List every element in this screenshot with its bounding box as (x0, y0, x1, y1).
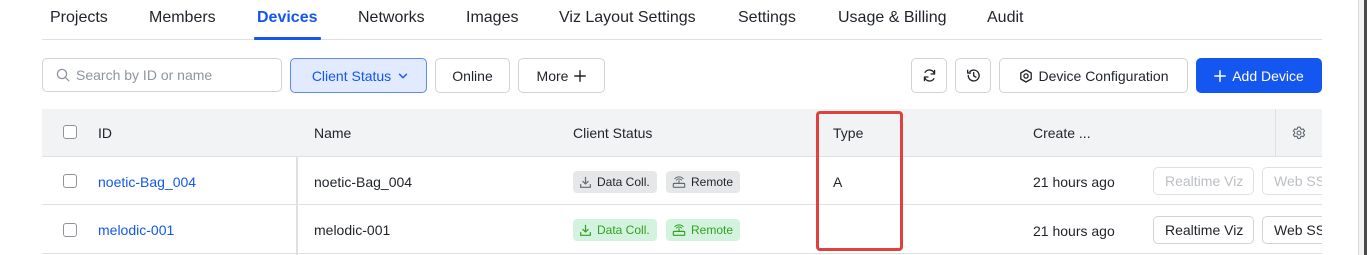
tab-projects[interactable]: Projects (50, 9, 108, 27)
download-icon (580, 176, 591, 188)
row-checkbox[interactable] (63, 174, 77, 188)
device-configuration-label: Device Configuration (1038, 67, 1169, 84)
status-tag-label: Remote (691, 175, 734, 189)
status-tag-label: Remote (691, 223, 734, 237)
add-device-button[interactable]: Add Device (1196, 58, 1322, 93)
tab-images[interactable]: Images (466, 9, 518, 27)
status-tag-data-collection: Data Coll. (573, 171, 657, 193)
tabs-divider (42, 39, 1322, 40)
tab-usage-billing[interactable]: Usage & Billing (838, 9, 947, 27)
add-device-label: Add Device (1232, 67, 1304, 84)
devices-table: ID Name Client Status Type Create ... no… (42, 109, 1322, 255)
search-input[interactable] (76, 66, 276, 84)
header-divider (1275, 109, 1276, 157)
remote-icon (672, 175, 686, 188)
tab-networks[interactable]: Networks (358, 9, 425, 27)
history-icon (966, 69, 980, 82)
active-tab-indicator (254, 37, 321, 40)
web-ssh-button[interactable]: Web SS (1262, 167, 1322, 195)
device-created-time: 21 hours ago (1033, 223, 1115, 239)
column-header-name[interactable]: Name (314, 125, 351, 141)
realtime-viz-button[interactable]: Realtime Viz (1153, 216, 1254, 244)
table-row[interactable]: melodic-001 melodic-001 Data Coll. Remot… (42, 206, 1322, 254)
column-header-id[interactable]: ID (98, 125, 112, 141)
device-name: melodic-001 (314, 222, 391, 238)
online-filter-label: Online (452, 67, 493, 84)
remote-icon (672, 223, 686, 236)
row-checkbox[interactable] (63, 223, 77, 237)
column-resize-handle[interactable] (296, 157, 298, 255)
search-icon (56, 68, 70, 82)
table-header: ID Name Client Status Type Create ... (42, 109, 1322, 157)
plus-icon (1214, 69, 1227, 82)
device-type: A (833, 174, 843, 190)
device-name: noetic-Bag_004 (314, 174, 413, 190)
tab-members[interactable]: Members (149, 9, 216, 27)
more-filters-button[interactable]: More (518, 58, 605, 93)
tab-audit[interactable]: Audit (987, 9, 1023, 27)
device-id-link[interactable]: noetic-Bag_004 (98, 174, 196, 190)
search-box[interactable] (42, 58, 282, 92)
tab-devices[interactable]: Devices (257, 9, 318, 27)
plus-icon (574, 69, 587, 82)
history-button[interactable] (955, 58, 991, 93)
realtime-viz-button[interactable]: Realtime Viz (1153, 167, 1254, 195)
tab-settings[interactable]: Settings (738, 9, 796, 27)
realtime-viz-label: Realtime Viz (1165, 173, 1244, 189)
status-tag-label: Data Coll. (597, 175, 650, 189)
status-tag-data-collection: Data Coll. (573, 219, 657, 241)
column-header-type[interactable]: Type (833, 125, 863, 141)
table-row[interactable]: noetic-Bag_004 noetic-Bag_004 Data Coll.… (42, 157, 1322, 205)
top-tabs: Projects Members Devices Networks Images… (0, 0, 1322, 40)
web-ssh-button[interactable]: Web SS (1262, 216, 1322, 244)
web-ssh-label: Web SS (1274, 173, 1322, 189)
status-tag-label: Data Coll. (597, 223, 650, 237)
status-tag-remote: Remote (666, 219, 741, 241)
column-header-client-status[interactable]: Client Status (573, 125, 652, 141)
gear-icon[interactable] (1292, 126, 1306, 140)
online-filter-button[interactable]: Online (435, 58, 510, 93)
device-configuration-button[interactable]: Device Configuration (999, 58, 1188, 93)
chevron-down-icon (398, 73, 408, 78)
device-created-time: 21 hours ago (1033, 174, 1115, 190)
status-tag-remote: Remote (666, 171, 741, 193)
more-filters-label: More (536, 67, 569, 84)
select-all-checkbox[interactable] (63, 125, 77, 139)
device-id-link[interactable]: melodic-001 (98, 222, 174, 238)
refresh-icon (923, 69, 935, 82)
web-ssh-label: Web SS (1274, 222, 1322, 238)
column-header-created[interactable]: Create ... (1033, 125, 1091, 141)
refresh-button[interactable] (911, 58, 947, 93)
client-status-filter-label: Client Status (311, 67, 392, 84)
download-icon (580, 224, 591, 236)
client-status-filter-button[interactable]: Client Status (290, 58, 427, 93)
settings-circle-icon (1019, 68, 1032, 83)
realtime-viz-label: Realtime Viz (1165, 222, 1244, 238)
tab-viz-layout-settings[interactable]: Viz Layout Settings (559, 9, 696, 27)
